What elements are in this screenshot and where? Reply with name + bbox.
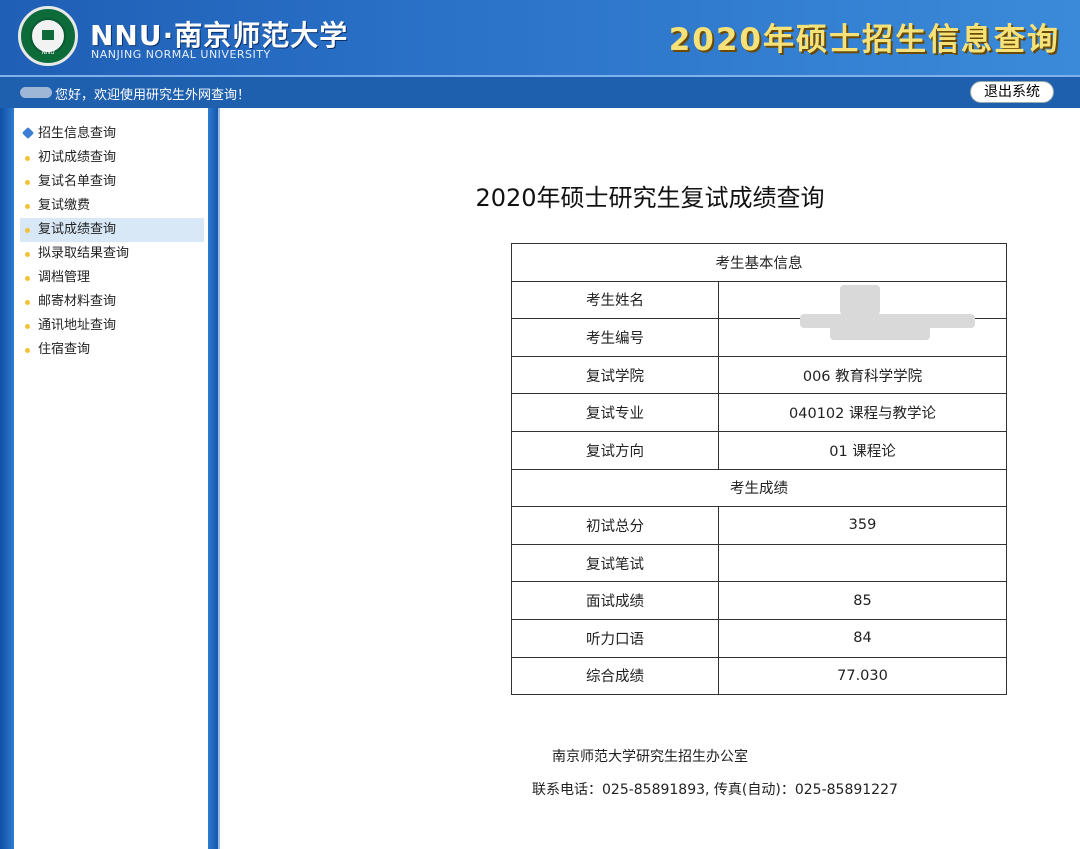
sidebar-item-mail-materials[interactable]: 邮寄材料查询 — [20, 290, 204, 314]
sidebar-item-label: 复试名单查询 — [38, 174, 117, 189]
table-section-header: 考生成绩 — [511, 468, 1007, 508]
sidebar-item-accommodation[interactable]: 住宿查询 — [20, 338, 204, 362]
bullet-icon — [25, 300, 30, 305]
bullet-icon — [25, 228, 30, 233]
sidebar-item-label: 初试成绩查询 — [38, 150, 117, 165]
table-row: 综合成绩 77.030 — [511, 656, 1007, 696]
bullet-icon — [25, 276, 30, 281]
page-title: 2020年硕士研究生复试成绩查询 — [475, 184, 825, 212]
sidebar-item-label: 复试成绩查询 — [38, 222, 117, 237]
table-row: 初试总分 359 — [511, 506, 1007, 545]
bullet-icon — [25, 252, 30, 257]
row-value: 77.030 — [718, 656, 1007, 696]
sidebar-item-admission-info[interactable]: 招生信息查询 — [20, 122, 204, 146]
logout-button[interactable]: 退出系统 — [970, 81, 1054, 103]
footer-office: 南京师范大学研究生招生办公室 — [552, 749, 748, 765]
row-label: 考生姓名 — [511, 280, 719, 320]
seal-text: NNU — [41, 49, 55, 56]
sidebar-item-label: 复试缴费 — [38, 198, 91, 213]
sidebar-item-retest-list[interactable]: 复试名单查询 — [20, 170, 204, 194]
bullet-icon — [25, 348, 30, 353]
row-label: 听力口语 — [511, 618, 719, 658]
row-value: 01 课程论 — [718, 430, 1007, 470]
row-label: 面试成绩 — [511, 581, 719, 620]
section-scores: 考生成绩 — [511, 468, 1007, 508]
sidebar-item-label: 通讯地址查询 — [38, 318, 117, 333]
name-redacted — [840, 285, 880, 315]
building-icon — [42, 30, 54, 40]
welcome-bar: 您好，欢迎使用研究生外网查询！ 退出系统 — [0, 75, 1080, 108]
result-table: 考生基本信息 考生姓名 考生编号 复试学院 006 教育科学学院 复试专业 04… — [511, 243, 1007, 696]
row-value — [718, 543, 1007, 583]
sidebar-edge — [218, 108, 220, 849]
table-section-header: 考生基本信息 — [511, 243, 1007, 282]
cube-icon — [21, 126, 35, 140]
university-seal-logo: NNU — [18, 6, 78, 66]
table-row: 复试学院 006 教育科学学院 — [511, 355, 1007, 395]
bullet-icon — [25, 180, 30, 185]
id-redacted-2 — [830, 326, 930, 340]
sidebar-item-label: 邮寄材料查询 — [38, 294, 117, 309]
welcome-text: 您好，欢迎使用研究生外网查询！ — [55, 88, 251, 103]
sidebar-item-mailing-address[interactable]: 通讯地址查询 — [20, 314, 204, 338]
brand-subtitle: NANJING NORMAL UNIVERSITY — [91, 48, 271, 61]
row-value: 85 — [718, 581, 1007, 620]
sidebar-item-label: 住宿查询 — [38, 342, 91, 357]
row-value: 359 — [718, 506, 1007, 545]
sidebar-item-label: 招生信息查询 — [38, 126, 117, 141]
sidebar-item-label: 拟录取结果查询 — [38, 246, 130, 261]
sidebar-item-initial-scores[interactable]: 初试成绩查询 — [20, 146, 204, 170]
table-row: 复试方向 01 课程论 — [511, 430, 1007, 470]
sidebar-item-retest-scores[interactable]: 复试成绩查询 — [20, 218, 204, 242]
bullet-icon — [25, 324, 30, 329]
sidebar-item-admission-results[interactable]: 拟录取结果查询 — [20, 242, 204, 266]
table-row: 面试成绩 85 — [511, 581, 1007, 620]
row-value: 006 教育科学学院 — [718, 355, 1007, 395]
section-basic-info: 考生基本信息 — [511, 243, 1007, 282]
row-label: 复试笔试 — [511, 543, 719, 583]
sidebar: 招生信息查询 初试成绩查询 复试名单查询 复试缴费 复试成绩查询 拟录取结果查询… — [0, 108, 220, 849]
row-value: 84 — [718, 618, 1007, 658]
footer-contact: 联系电话：025-85891893, 传真(自动)：025-85891227 — [532, 782, 898, 798]
table-row: 复试笔试 — [511, 543, 1007, 583]
sidebar-item-label: 调档管理 — [38, 270, 91, 285]
row-label: 复试专业 — [511, 393, 719, 432]
sidebar-item-retest-fee[interactable]: 复试缴费 — [20, 194, 204, 218]
bullet-icon — [25, 156, 30, 161]
header-title: 2020年硕士招生信息查询 — [668, 22, 1060, 58]
nav-list: 招生信息查询 初试成绩查询 复试名单查询 复试缴费 复试成绩查询 拟录取结果查询… — [20, 122, 204, 362]
row-label: 考生编号 — [511, 318, 719, 357]
table-row: 听力口语 84 — [511, 618, 1007, 658]
header-banner: NNU NNU·南京师范大学 NANJING NORMAL UNIVERSITY… — [0, 0, 1080, 75]
user-name-redacted — [20, 87, 52, 98]
row-label: 综合成绩 — [511, 656, 719, 696]
row-label: 复试方向 — [511, 430, 719, 470]
row-label: 初试总分 — [511, 506, 719, 545]
bullet-icon — [25, 204, 30, 209]
sidebar-left-border — [0, 108, 14, 849]
row-value: 040102 课程与教学论 — [718, 393, 1007, 432]
row-label: 复试学院 — [511, 355, 719, 395]
table-row: 复试专业 040102 课程与教学论 — [511, 393, 1007, 432]
sidebar-item-file-transfer[interactable]: 调档管理 — [20, 266, 204, 290]
